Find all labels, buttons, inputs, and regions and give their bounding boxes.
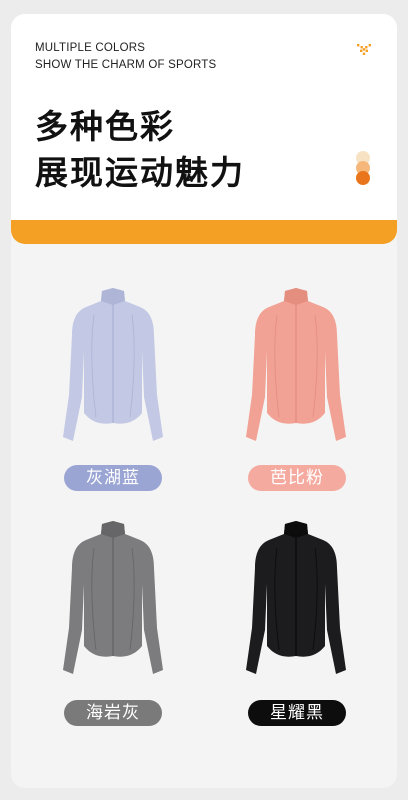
- dark-dot-icon: [356, 171, 370, 185]
- color-label-barbie-pink: 芭比粉: [248, 465, 346, 491]
- chinese-title-line-2: 展现运动魅力: [35, 153, 245, 192]
- orange-accent-band: [11, 220, 397, 244]
- english-title-line-2: SHOW THE CHARM OF SPORTS: [35, 59, 217, 71]
- jacket-image-gray-blue: [63, 288, 163, 441]
- color-label-sea-rock-gray: 海岩灰: [64, 700, 162, 726]
- jacket-image-barbie-pink: [246, 288, 346, 441]
- english-title-line-1: MULTIPLE COLORS: [35, 42, 146, 54]
- chinese-title-line-1: 多种色彩: [35, 107, 175, 146]
- brand-logo-icon: [357, 44, 371, 55]
- color-label-star-black: 星耀黑: [248, 700, 346, 726]
- jacket-image-star-black: [246, 521, 346, 674]
- color-dots-decoration: [355, 151, 371, 185]
- header-section: MULTIPLE COLORS SHOW THE CHARM OF SPORTS…: [11, 14, 397, 220]
- color-label-gray-blue: 灰湖蓝: [64, 465, 162, 491]
- jacket-image-sea-rock-gray: [63, 521, 163, 674]
